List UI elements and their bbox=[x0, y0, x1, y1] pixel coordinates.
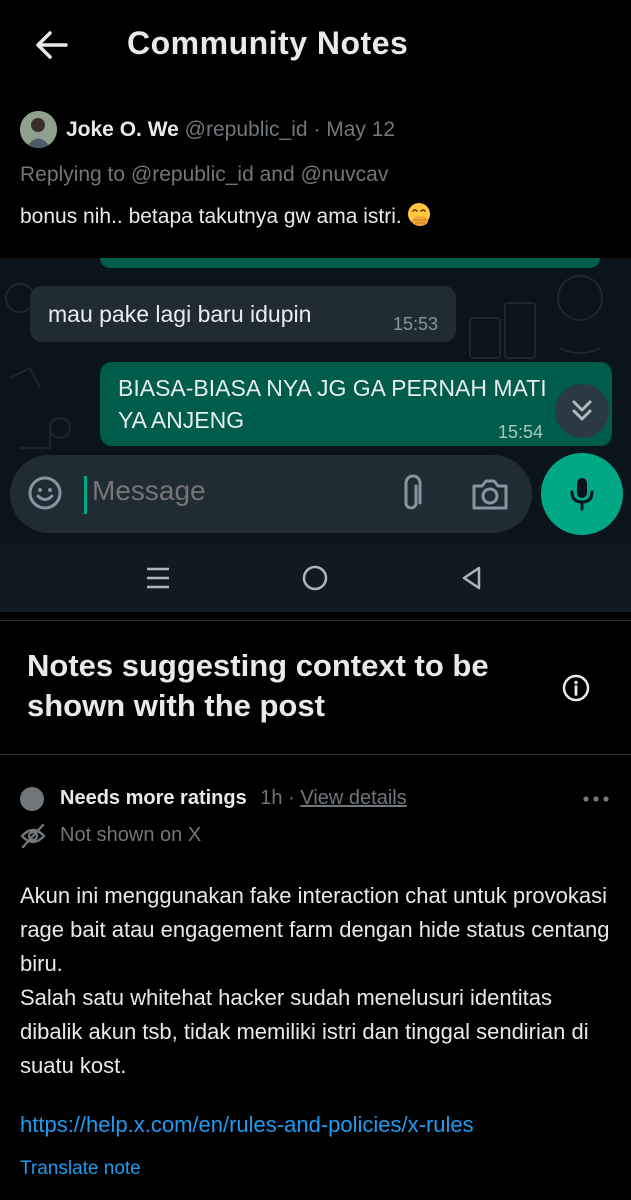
post-author-line: Joke O. We @republic_id · May 12 bbox=[66, 118, 395, 142]
outgoing-message-time: 15:54 bbox=[498, 422, 544, 442]
scroll-to-bottom-button[interactable] bbox=[555, 384, 609, 438]
eye-slash-icon bbox=[20, 823, 46, 849]
text-cursor bbox=[84, 476, 87, 514]
translate-note-button[interactable]: Translate note bbox=[20, 1158, 141, 1180]
note-status: Needs more ratings bbox=[60, 787, 247, 809]
post-date: May 12 bbox=[326, 118, 396, 141]
meta-separator: · bbox=[288, 787, 295, 809]
visibility-status: Not shown on X bbox=[60, 824, 202, 846]
attached-screenshot[interactable]: mau pake lagi baru idupin 15:53 BIASA-BI… bbox=[0, 258, 631, 612]
notes-section-title: Notes suggesting context to be shown wit… bbox=[27, 648, 489, 723]
emoji-icon[interactable] bbox=[26, 474, 64, 512]
avatar[interactable] bbox=[20, 111, 57, 148]
section-divider bbox=[0, 620, 631, 621]
arrow-left-icon bbox=[36, 31, 68, 59]
note-age: 1h bbox=[260, 787, 283, 809]
post-text-content: bonus nih.. betapa takutnya gw ama istri… bbox=[20, 205, 402, 228]
post-text: bonus nih.. betapa takutnya gw ama istri… bbox=[20, 202, 432, 229]
microphone-icon bbox=[570, 478, 594, 511]
page-title: Community Notes bbox=[127, 25, 409, 61]
author-name[interactable]: Joke O. We bbox=[66, 118, 179, 141]
replying-to: Replying to @republic_id and @nuvcav bbox=[20, 163, 389, 186]
note-status-line: Needs more ratings 1h · View details bbox=[60, 787, 407, 810]
previous-message-bubble bbox=[100, 258, 600, 268]
recent-apps-icon[interactable] bbox=[145, 565, 171, 591]
double-chevron-down-icon bbox=[572, 400, 592, 421]
note-body: Akun ini menggunakan fake interaction ch… bbox=[20, 883, 610, 1078]
view-details-link[interactable]: View details bbox=[300, 787, 406, 809]
avatar-image bbox=[20, 111, 57, 148]
incoming-message-text: mau pake lagi baru idupin bbox=[48, 301, 312, 327]
meta-separator: · bbox=[313, 118, 321, 141]
face-with-hand-over-mouth-icon bbox=[407, 203, 430, 226]
info-icon[interactable] bbox=[561, 673, 591, 703]
message-input[interactable] bbox=[92, 475, 372, 507]
rating-status-dot bbox=[20, 787, 44, 811]
incoming-message-time: 15:53 bbox=[393, 314, 439, 334]
top-app-bar: Community Notes bbox=[0, 0, 631, 92]
more-options-icon[interactable] bbox=[580, 786, 612, 812]
home-circle-icon[interactable] bbox=[300, 563, 330, 593]
section-divider bbox=[0, 754, 631, 755]
back-button[interactable] bbox=[28, 22, 74, 68]
paperclip-icon[interactable] bbox=[396, 474, 426, 514]
camera-icon[interactable] bbox=[470, 476, 510, 512]
author-handle[interactable]: @republic_id bbox=[185, 118, 308, 141]
voice-message-button[interactable] bbox=[541, 453, 623, 535]
note-source-link[interactable]: https://help.x.com/en/rules-and-policies… bbox=[20, 1112, 474, 1138]
back-triangle-icon[interactable] bbox=[458, 564, 486, 592]
